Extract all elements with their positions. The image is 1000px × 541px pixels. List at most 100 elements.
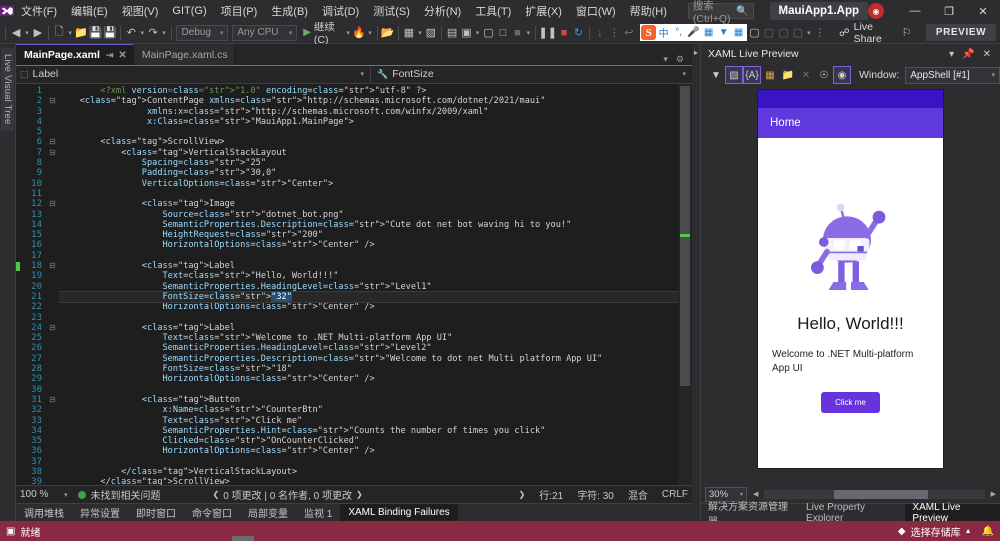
- menu-help[interactable]: 帮助(H): [623, 0, 674, 22]
- new-project-icon[interactable]: 🗋: [52, 23, 67, 43]
- pause-icon[interactable]: ❚❚: [539, 23, 557, 43]
- menu-build[interactable]: 生成(B): [264, 0, 315, 22]
- menu-tools[interactable]: 工具(T): [468, 0, 518, 22]
- navbar-property-dropdown[interactable]: 🔧 FontSize ▾: [371, 65, 692, 84]
- tab-xaml-live-preview[interactable]: XAML Live Preview: [905, 502, 1000, 524]
- layout-guides-icon[interactable]: ▦: [761, 66, 779, 84]
- navbar-element-dropdown[interactable]: ⬚ Label ▾: [16, 64, 371, 84]
- app-click-me-button[interactable]: Click me: [821, 391, 880, 413]
- tab-solution-explorer[interactable]: 解决方案资源管理器: [701, 502, 799, 528]
- code-text[interactable]: <?xml version=class="str">"1.0" encoding…: [59, 84, 678, 485]
- sidebar-item-live-visual-tree[interactable]: Live Visual Tree: [1, 48, 14, 131]
- dock-tab-watch-1[interactable]: 监视 1: [296, 504, 340, 522]
- panel-pin-icon[interactable]: 📌: [958, 49, 978, 60]
- panel-menu-icon[interactable]: ▾: [945, 49, 958, 60]
- ime-chinese-mode-icon[interactable]: 中: [656, 25, 671, 40]
- window-selector-combo[interactable]: AppShell [#1] ▾: [905, 66, 1000, 84]
- tabstrip-settings-icon[interactable]: ⚙: [672, 54, 688, 65]
- error-list-icon[interactable]: ■: [510, 23, 525, 43]
- build-config-combo[interactable]: Debug ▾: [176, 24, 229, 41]
- chevron-down-icon[interactable]: ▾: [64, 491, 68, 499]
- save-icon[interactable]: 💾: [88, 23, 103, 43]
- previous-bookmark-icon[interactable]: ▢: [762, 23, 777, 43]
- restart-icon[interactable]: ↻: [571, 23, 586, 43]
- ime-punctuation-icon[interactable]: °,: [671, 25, 686, 40]
- live-share-button[interactable]: ☍ Live Share: [839, 21, 891, 45]
- stop-icon[interactable]: ■: [557, 23, 572, 43]
- menu-analyze[interactable]: 分析(N): [417, 0, 468, 22]
- error-list-dropdown-icon[interactable]: ▾: [525, 23, 532, 43]
- select-repository-button[interactable]: ◆ 选择存储库 ▲: [898, 524, 972, 539]
- tab-mainpage-xaml-cs[interactable]: MainPage.xaml.cs: [133, 44, 235, 65]
- editor-zoom-level[interactable]: 100 %: [20, 489, 64, 500]
- open-file-icon[interactable]: 📁: [74, 23, 89, 43]
- sogou-logo-icon[interactable]: S: [641, 25, 657, 40]
- refresh-icon[interactable]: ☉: [815, 66, 833, 84]
- toolbox-dropdown-icon[interactable]: ▾: [474, 23, 481, 43]
- menu-project[interactable]: 项目(P): [214, 0, 265, 22]
- panel-expand-icon[interactable]: ▸: [692, 44, 700, 521]
- ime-skin-icon[interactable]: ▼: [716, 25, 731, 40]
- dock-tab-immediate-window[interactable]: 即时窗口: [128, 504, 184, 522]
- account-avatar[interactable]: ◉: [868, 3, 884, 19]
- close-button[interactable]: ✕: [966, 0, 1000, 22]
- bookmark-dropdown-icon[interactable]: ▾: [805, 23, 812, 43]
- menu-test[interactable]: 测试(S): [366, 0, 417, 22]
- tab-live-property-explorer[interactable]: Live Property Explorer: [799, 502, 905, 524]
- folder-icon[interactable]: 📂: [380, 23, 395, 43]
- line-ending-label[interactable]: CRLF: [662, 489, 688, 500]
- close-overlay-icon[interactable]: ✕: [797, 66, 815, 84]
- tab-overflow-icon[interactable]: ▾: [659, 54, 672, 65]
- dock-tab-locals[interactable]: 局部变量: [240, 504, 296, 522]
- hot-reload-icon[interactable]: 🔥: [352, 23, 367, 43]
- continue-button[interactable]: ▶ 继续(C): [299, 19, 344, 46]
- clear-bookmarks-icon[interactable]: ▢: [791, 23, 806, 43]
- scroll-right-icon[interactable]: ▶: [991, 490, 996, 498]
- global-search-input[interactable]: 搜索 (Ctrl+Q) 🔍: [687, 0, 754, 25]
- navigate-forward-icon[interactable]: ▶: [31, 23, 46, 43]
- dock-preview-icon[interactable]: 📁: [779, 66, 797, 84]
- select-element-icon[interactable]: ▼: [707, 66, 725, 84]
- navigate-backward-icon[interactable]: ◀: [9, 23, 24, 43]
- undo-dropdown-icon[interactable]: ▾: [139, 23, 146, 43]
- dock-tab-command-window[interactable]: 命令窗口: [184, 504, 240, 522]
- solution-explorer-icon[interactable]: ▢: [481, 23, 496, 43]
- changes-prev-arrow-icon[interactable]: ❮: [213, 490, 220, 499]
- app-preview-surface[interactable]: Home Hello, World!!! Welcome to .NET Mul…: [758, 90, 943, 468]
- code-folding-gutter[interactable]: ⊟ ⊟ ⊟ ⊟ ⊟ ⊟ ⊟: [46, 84, 59, 485]
- platform-combo[interactable]: Any CPU ▾: [232, 24, 298, 41]
- next-bookmark-icon[interactable]: ▢: [776, 23, 791, 43]
- insert-mode-label[interactable]: 混合: [628, 487, 648, 502]
- overflow-icon[interactable]: ⋮: [812, 23, 827, 43]
- eye-icon[interactable]: ◉: [833, 66, 851, 84]
- ime-toolbox-icon[interactable]: ▦: [731, 25, 746, 40]
- menu-git[interactable]: GIT(G): [165, 2, 213, 20]
- dock-tab-call-stack[interactable]: 调用堆栈: [16, 504, 72, 522]
- close-icon[interactable]: ✕: [118, 50, 126, 61]
- panel-close-icon[interactable]: ✕: [979, 49, 995, 60]
- redo-icon[interactable]: ↷: [146, 23, 161, 43]
- redo-dropdown-icon[interactable]: ▾: [160, 23, 167, 43]
- live-visual-tree-icon[interactable]: ▦: [402, 23, 417, 43]
- run-dropdown-icon[interactable]: ▾: [345, 23, 352, 43]
- preview-stage[interactable]: Home Hello, World!!! Welcome to .NET Mul…: [701, 86, 1000, 485]
- preview-badge[interactable]: PREVIEW: [925, 24, 997, 41]
- step-into-icon[interactable]: ↓: [593, 23, 608, 43]
- editor-vertical-scrollbar[interactable]: [678, 84, 692, 485]
- xaml-hot-reload-icon[interactable]: ▨: [424, 23, 439, 43]
- menu-window[interactable]: 窗口(W): [569, 0, 623, 22]
- feedback-icon[interactable]: ⚐: [899, 23, 914, 43]
- changes-next-arrow-icon[interactable]: ❯: [356, 490, 363, 499]
- issues-indicator[interactable]: 未找到相关问题: [77, 487, 161, 502]
- scroll-right-icon[interactable]: ❯: [519, 490, 526, 499]
- show-attributes-icon[interactable]: {A}: [743, 66, 761, 84]
- live-visual-tree-dropdown-icon[interactable]: ▾: [416, 23, 423, 43]
- bookmark-icon[interactable]: ▢: [747, 23, 762, 43]
- menu-extensions[interactable]: 扩展(X): [518, 0, 569, 22]
- ime-voice-input-icon[interactable]: 🎤: [686, 25, 701, 40]
- pin-icon[interactable]: ⇥: [106, 50, 114, 61]
- notifications-button[interactable]: 🔔: [982, 526, 994, 537]
- dock-tab-exception-settings[interactable]: 异常设置: [72, 504, 128, 522]
- step-out-icon[interactable]: ↩: [622, 23, 637, 43]
- code-editor[interactable]: 1 2 3 4 5 6 7 8 9 10 11 12 13 14 15 16 17 18 19 20 21 22 23 24 2…: [16, 84, 692, 485]
